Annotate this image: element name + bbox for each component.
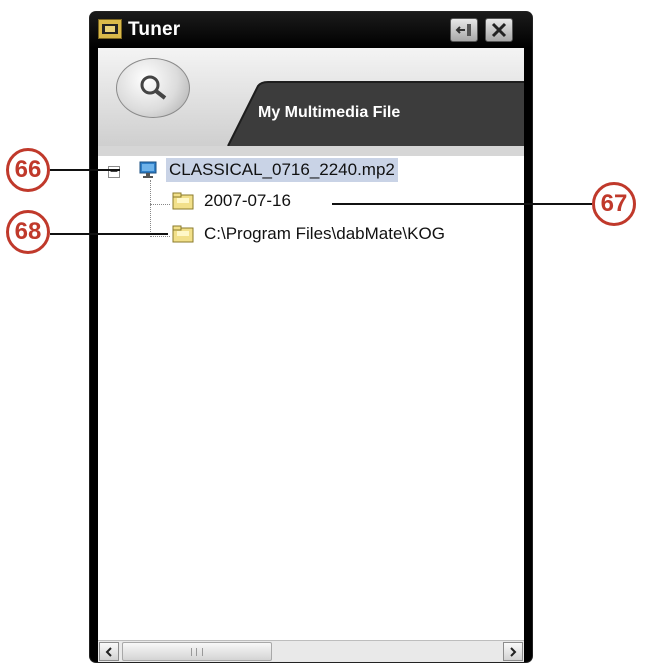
horizontal-scrollbar[interactable] bbox=[98, 640, 524, 662]
scroll-left-button[interactable] bbox=[99, 642, 119, 661]
tuner-window: Tuner My Multimedia File bbox=[90, 12, 532, 662]
tree-node-path-label: C:\Program Files\dabMate\KOG bbox=[204, 224, 445, 243]
tree-top-divider bbox=[98, 146, 524, 156]
scroll-right-button[interactable] bbox=[503, 642, 523, 661]
callout-68-leader bbox=[50, 233, 168, 235]
stage: Tuner My Multimedia File − CLASSICAL_071… bbox=[0, 0, 645, 667]
dock-button[interactable] bbox=[450, 18, 478, 42]
window-title: Tuner bbox=[128, 19, 181, 40]
search-icon bbox=[140, 75, 167, 100]
file-tree bbox=[98, 146, 524, 640]
callout-67-leader bbox=[332, 203, 592, 205]
tree-node-path[interactable]: C:\Program Files\dabMate\KOG bbox=[172, 224, 504, 244]
callout-67: 67 bbox=[592, 182, 636, 226]
header-band: My Multimedia File bbox=[98, 48, 524, 146]
search-button[interactable] bbox=[116, 58, 190, 118]
scroll-thumb[interactable] bbox=[122, 642, 272, 661]
arrow-left-icon bbox=[105, 646, 112, 657]
arrow-right-icon bbox=[510, 646, 517, 657]
callout-68: 68 bbox=[6, 210, 50, 254]
grip-icon bbox=[191, 648, 203, 656]
tree-node-root-label: CLASSICAL_0716_2240.mp2 bbox=[166, 158, 398, 182]
close-button[interactable] bbox=[485, 18, 513, 42]
tree-node-date-label: 2007-07-16 bbox=[204, 191, 291, 210]
collapse-toggle[interactable]: − bbox=[108, 166, 120, 178]
folder-icon bbox=[172, 192, 194, 210]
folder-icon bbox=[172, 225, 194, 243]
callout-66: 66 bbox=[6, 148, 50, 192]
tree-connector-vertical bbox=[150, 180, 151, 234]
tuner-app-icon bbox=[98, 19, 122, 39]
tree-node-root[interactable]: CLASSICAL_0716_2240.mp2 bbox=[138, 158, 398, 182]
callout-66-leader bbox=[50, 169, 120, 171]
title-bar[interactable]: Tuner bbox=[90, 12, 532, 48]
tab-my-multimedia-file[interactable]: My Multimedia File bbox=[258, 104, 400, 122]
tree-connector-date bbox=[150, 204, 170, 205]
monitor-icon bbox=[139, 161, 157, 178]
tree-connector-path bbox=[150, 236, 170, 237]
close-icon bbox=[491, 22, 507, 38]
dock-icon bbox=[455, 24, 471, 36]
tree-node-date[interactable]: 2007-07-16 bbox=[172, 191, 291, 211]
